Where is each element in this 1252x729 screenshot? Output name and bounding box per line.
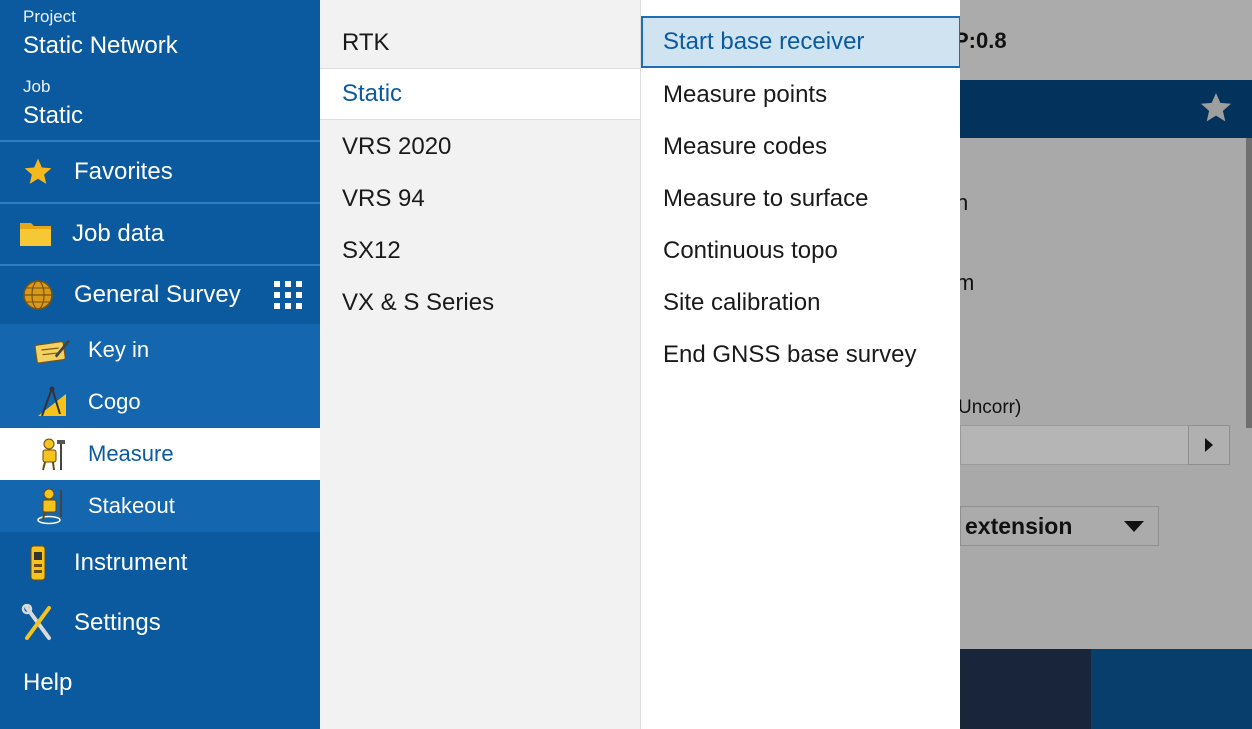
- style-item-rtk[interactable]: RTK: [320, 17, 640, 69]
- softkey-right[interactable]: [1091, 649, 1252, 729]
- survey-style-list: RTK Static VRS 2020 VRS 94 SX12 VX & S S…: [320, 0, 640, 729]
- dropdown-value: extension: [965, 513, 1073, 539]
- sidebar-item-instrument[interactable]: Instrument: [0, 534, 320, 592]
- status-text: P:0.8: [960, 28, 1007, 53]
- sidebar-item-cogo[interactable]: Cogo: [0, 376, 320, 428]
- sidebar-item-general-survey[interactable]: General Survey: [0, 266, 320, 324]
- sidebar-item-job-data[interactable]: Job data: [0, 204, 320, 264]
- sidebar-item-label: Instrument: [74, 549, 188, 576]
- project-name[interactable]: Static Network: [23, 32, 178, 60]
- action-measure-codes[interactable]: Measure codes: [641, 121, 961, 173]
- job-caption: Job: [23, 77, 51, 96]
- field-label-fragment: m: [960, 270, 975, 295]
- dropdown-select[interactable]: extension: [960, 506, 1159, 546]
- sidebar-item-help[interactable]: Help: [0, 654, 320, 712]
- app-grid-icon[interactable]: [274, 281, 302, 309]
- style-item-static[interactable]: Static: [320, 68, 640, 120]
- keyboard-pencil-icon: [34, 332, 70, 368]
- job-name[interactable]: Static: [23, 102, 83, 130]
- stakeout-surveyor-icon: [34, 488, 70, 525]
- sidebar-item-stakeout[interactable]: Stakeout: [0, 480, 320, 532]
- sidebar-item-label: Favorites: [74, 158, 173, 185]
- action-continuous-topo[interactable]: Continuous topo: [641, 225, 961, 277]
- sidebar-item-measure[interactable]: Measure: [0, 428, 320, 480]
- arrow-right-icon[interactable]: [1188, 425, 1230, 465]
- tools-icon: [20, 604, 56, 641]
- action-end-gnss-base-survey[interactable]: End GNSS base survey: [641, 329, 961, 381]
- field-label-fragment: n: [960, 190, 969, 215]
- sidebar-item-label: Help: [23, 669, 73, 696]
- status-bar: P:0.8: [960, 0, 1252, 80]
- action-site-calibration[interactable]: Site calibration: [641, 277, 961, 329]
- title-bar: [960, 80, 1252, 138]
- background-screen: P:0.8 n m Uncorr) extension: [960, 0, 1252, 729]
- folder-icon: [18, 216, 54, 252]
- sidebar-item-label: Measure: [88, 441, 174, 466]
- sidebar-item-settings[interactable]: Settings: [0, 594, 320, 652]
- sidebar-item-label: Stakeout: [88, 493, 175, 518]
- favorite-star-icon[interactable]: [1198, 90, 1234, 126]
- chevron-down-icon: [1124, 521, 1144, 532]
- main-menu-sidebar: Project Static Network Job Static Favori…: [0, 0, 320, 729]
- style-item-vrs-94[interactable]: VRS 94: [320, 173, 640, 225]
- surveyor-icon: [34, 436, 70, 472]
- scrollbar[interactable]: [1246, 138, 1252, 428]
- survey-action-list: Start base receiver Measure points Measu…: [640, 0, 961, 729]
- star-icon: [20, 154, 56, 190]
- globe-icon: [20, 277, 56, 313]
- action-start-base-receiver[interactable]: Start base receiver: [641, 16, 961, 68]
- sidebar-item-label: Key in: [88, 337, 150, 362]
- style-item-sx12[interactable]: SX12: [320, 225, 640, 277]
- compass-icon: [34, 384, 70, 420]
- sidebar-item-label: Job data: [72, 220, 165, 247]
- softkey-left[interactable]: [960, 649, 1091, 729]
- sidebar-item-key-in[interactable]: Key in: [0, 324, 320, 376]
- style-item-vx-s-series[interactable]: VX & S Series: [320, 277, 640, 329]
- sidebar-item-favorites[interactable]: Favorites: [0, 142, 320, 202]
- project-caption: Project: [23, 7, 76, 26]
- sidebar-item-label: Settings: [74, 609, 161, 636]
- action-measure-to-surface[interactable]: Measure to surface: [641, 173, 961, 225]
- style-item-vrs-2020[interactable]: VRS 2020: [320, 121, 640, 173]
- sidebar-item-label: General Survey: [74, 281, 241, 308]
- sidebar-item-label: Cogo: [88, 389, 141, 414]
- field-label-fragment: Uncorr): [960, 397, 1022, 418]
- gnss-receiver-icon: [20, 545, 56, 581]
- action-measure-points[interactable]: Measure points: [641, 69, 961, 121]
